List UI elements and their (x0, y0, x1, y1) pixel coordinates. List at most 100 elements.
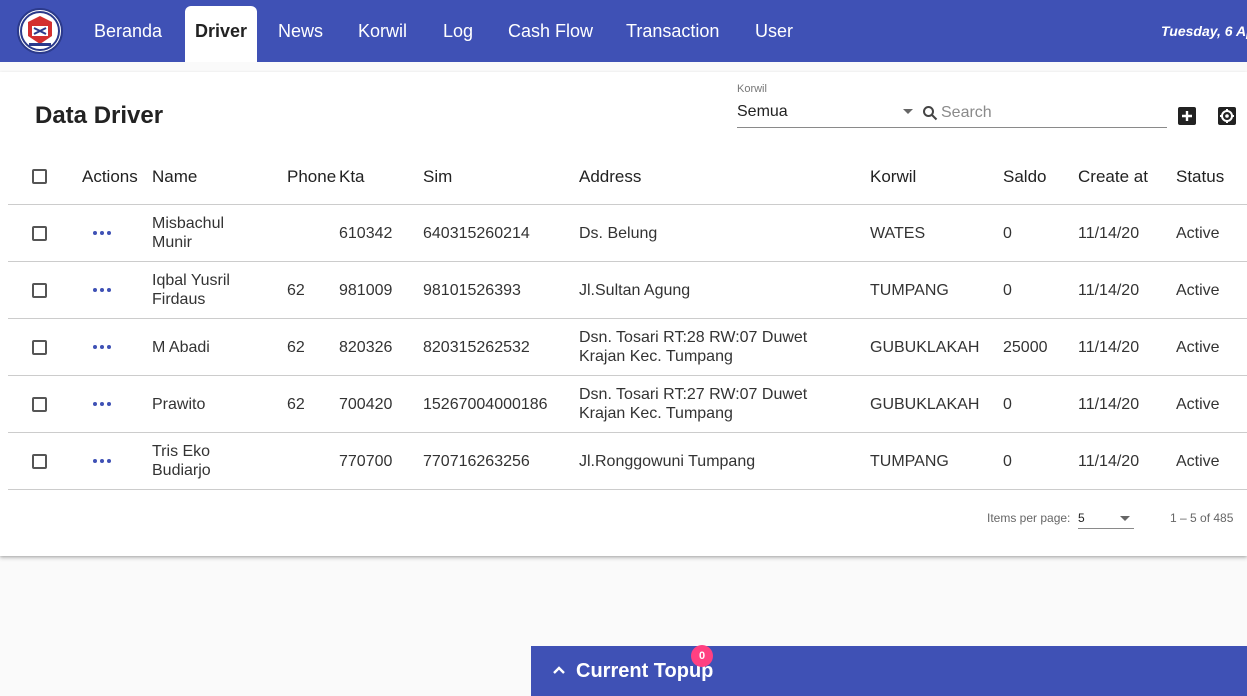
col-actions[interactable]: Actions (82, 148, 138, 204)
col-korwil[interactable]: Korwil (870, 148, 916, 204)
items-per-page-label: Items per page: (987, 511, 1071, 525)
chevron-down-icon (1120, 516, 1130, 521)
top-navbar: Beranda Driver News Korwil Log Cash Flow… (0, 0, 1247, 62)
cell-saldo: 0 (1003, 224, 1012, 242)
cell-saldo: 25000 (1003, 338, 1048, 356)
search-input[interactable] (941, 102, 1161, 124)
nav-beranda[interactable]: Beranda (94, 0, 162, 62)
nav-korwil[interactable]: Korwil (358, 0, 407, 62)
current-date: Tuesday, 6 Ap (1161, 23, 1247, 39)
current-topup-label: Current Topup (576, 660, 714, 682)
cell-name: Tris Eko Budiarjo (152, 443, 211, 479)
table-row: Misbachul Munir 610342 640315260214 Ds. … (8, 205, 1247, 262)
nav-news[interactable]: News (278, 0, 323, 62)
cell-address: Ds. Belung (579, 224, 658, 242)
cell-sim: 15267004000186 (423, 395, 548, 413)
cell-status: Active (1176, 452, 1220, 470)
cell-korwil: TUMPANG (870, 452, 949, 470)
page-size-value: 5 (1078, 511, 1085, 525)
row-checkbox[interactable] (32, 225, 47, 241)
table-header-row: Actions Name Phone Kta Sim Address Korwi… (8, 148, 1247, 205)
topup-count-badge: 0 (691, 645, 713, 667)
chevron-up-icon (553, 666, 565, 674)
table-row: M Abadi 62 820326 820315262532 Dsn. Tosa… (8, 319, 1247, 376)
cell-kta: 820326 (339, 338, 393, 356)
cell-status: Active (1176, 395, 1220, 413)
cell-phone: 62 (287, 338, 305, 356)
more-actions-icon[interactable] (91, 284, 113, 296)
col-phone[interactable]: Phone (287, 148, 336, 204)
nav-transaction[interactable]: Transaction (626, 0, 719, 62)
col-name[interactable]: Name (152, 148, 197, 204)
search-field (917, 100, 1167, 128)
table-row: Prawito 62 700420 15267004000186 Dsn. To… (8, 376, 1247, 433)
cell-sim: 770716263256 (423, 452, 530, 470)
cell-address: Jl.Ronggowuni Tumpang (579, 452, 756, 470)
cell-saldo: 0 (1003, 452, 1012, 470)
col-create-at[interactable]: Create at (1078, 148, 1148, 204)
cell-kta: 700420 (339, 395, 393, 413)
cell-created: 11/14/20 (1078, 281, 1140, 299)
nav-driver[interactable]: Driver (185, 6, 258, 62)
korwil-filter-value: Semua (737, 103, 788, 120)
cell-address: Dsn. Tosari RT:28 RW:07 Duwet Krajan Kec… (579, 329, 808, 365)
cell-address: Jl.Sultan Agung (579, 281, 691, 299)
cell-name: Misbachul Munir (152, 215, 225, 251)
app-logo[interactable] (17, 8, 63, 54)
col-address[interactable]: Address (579, 148, 641, 204)
cell-name: M Abadi (152, 338, 210, 356)
page-size-select[interactable]: 5 (1078, 507, 1134, 529)
nav-log[interactable]: Log (443, 0, 473, 62)
more-actions-icon[interactable] (91, 398, 113, 410)
row-checkbox[interactable] (32, 453, 47, 469)
cell-created: 11/14/20 (1078, 452, 1140, 470)
chevron-down-icon (903, 109, 913, 114)
cell-kta: 610342 (339, 224, 393, 242)
cell-phone: 62 (287, 395, 305, 413)
nav-user[interactable]: User (755, 0, 793, 62)
cell-name: Iqbal Yusril Firdaus (152, 272, 230, 308)
cell-saldo: 0 (1003, 281, 1012, 299)
cell-sim: 98101526393 (423, 281, 521, 299)
col-sim[interactable]: Sim (423, 148, 452, 204)
cell-kta: 770700 (339, 452, 393, 470)
cell-sim: 820315262532 (423, 338, 530, 356)
more-actions-icon[interactable] (91, 341, 113, 353)
table-row: Tris Eko Budiarjo 770700 770716263256 Jl… (8, 433, 1247, 490)
row-checkbox[interactable] (32, 339, 47, 355)
page-range-label: 1 – 5 of 485 (1170, 511, 1234, 525)
korwil-filter-select[interactable]: Korwil Semua (737, 82, 917, 128)
cell-status: Active (1176, 338, 1220, 356)
cell-korwil: GUBUKLAKAH (870, 338, 980, 356)
settings-gear-icon[interactable] (1217, 106, 1237, 126)
search-icon (923, 106, 938, 121)
cell-phone: 62 (287, 281, 305, 299)
driver-card: Data Driver Korwil Semua Actions Name Ph… (0, 72, 1247, 556)
col-saldo[interactable]: Saldo (1003, 148, 1046, 204)
table-row: Iqbal Yusril Firdaus 62 981009 981015263… (8, 262, 1247, 319)
col-status[interactable]: Status (1176, 148, 1224, 204)
cell-created: 11/14/20 (1078, 395, 1140, 413)
row-checkbox[interactable] (32, 282, 47, 298)
cell-name: Prawito (152, 395, 206, 413)
cell-kta: 981009 (339, 281, 393, 299)
current-topup-bar[interactable]: Current Topup 0 (531, 645, 1247, 696)
nav-cash-flow[interactable]: Cash Flow (508, 0, 593, 62)
cell-status: Active (1176, 224, 1220, 242)
cell-sim: 640315260214 (423, 224, 530, 242)
page-title: Data Driver (35, 102, 164, 129)
cell-korwil: WATES (870, 224, 926, 242)
more-actions-icon[interactable] (91, 227, 113, 239)
cell-address: Dsn. Tosari RT:27 RW:07 Duwet Krajan Kec… (579, 386, 808, 422)
cell-created: 11/14/20 (1078, 224, 1140, 242)
korwil-filter-label: Korwil (737, 83, 767, 95)
cell-saldo: 0 (1003, 395, 1012, 413)
select-all-checkbox[interactable] (32, 168, 47, 184)
row-checkbox[interactable] (32, 396, 47, 412)
col-kta[interactable]: Kta (339, 148, 365, 204)
add-driver-button[interactable] (1177, 106, 1197, 126)
cell-status: Active (1176, 281, 1220, 299)
more-actions-icon[interactable] (91, 455, 113, 467)
cell-korwil: GUBUKLAKAH (870, 395, 980, 413)
cell-korwil: TUMPANG (870, 281, 949, 299)
